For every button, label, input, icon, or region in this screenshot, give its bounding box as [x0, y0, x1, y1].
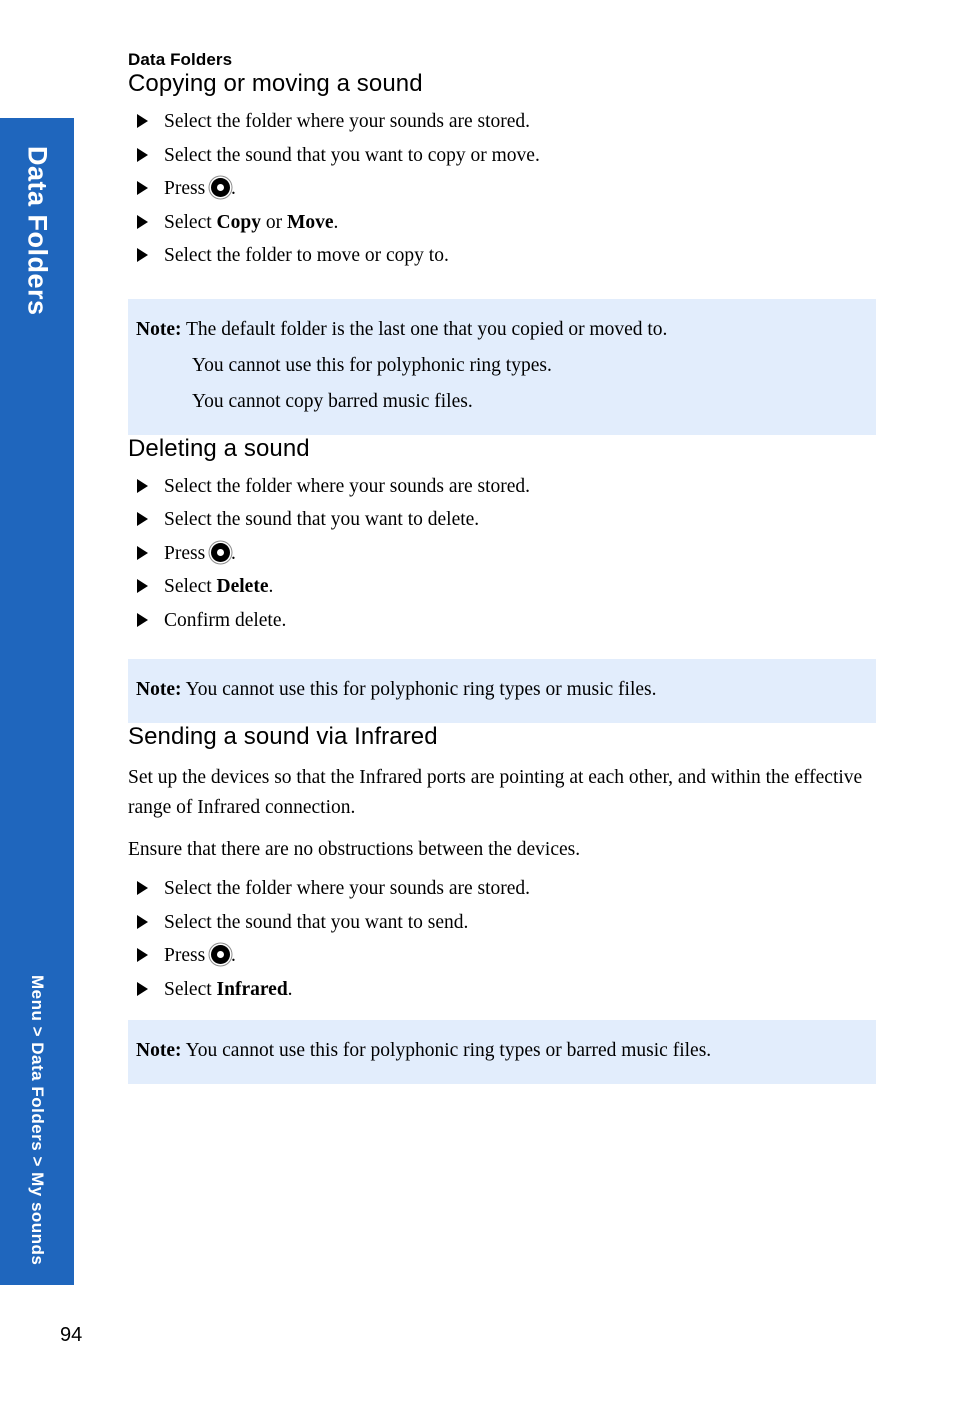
- step-text: Confirm delete.: [164, 609, 287, 631]
- step-text-suffix: .: [231, 542, 236, 564]
- step-list-deleting: Select the folder where your sounds are …: [128, 470, 876, 638]
- note-text: You cannot use this for polyphonic ring …: [185, 1040, 712, 1061]
- step-text: Select the folder to move or copy to.: [164, 245, 449, 266]
- step-text: Select: [164, 978, 217, 1000]
- triangle-right-bullet-icon: [137, 248, 148, 262]
- step-text-suffix: .: [268, 576, 274, 597]
- triangle-right-bullet-icon: [137, 948, 148, 962]
- note-label: Note:: [136, 1040, 182, 1061]
- note-label: Note:: [136, 679, 182, 700]
- triangle-right-bullet-icon: [137, 545, 148, 560]
- list-item: Press .: [128, 172, 876, 206]
- step-text: Press: [164, 178, 211, 199]
- side-tab-chapter-label: Data Folders: [22, 146, 53, 316]
- triangle-right-bullet-icon: [137, 478, 148, 493]
- step-text: Select the sound that you want to send.: [164, 911, 469, 933]
- note-box-sending: Note: You cannot use this for polyphonic…: [128, 1020, 876, 1084]
- note-box-deleting: Note: You cannot use this for polyphonic…: [128, 659, 876, 723]
- triangle-right-bullet-icon: [137, 914, 148, 929]
- note-label: Note:: [136, 318, 182, 340]
- running-head: Data Folders: [128, 50, 233, 69]
- chapter-side-tab: Data Folders Menu > Data Folders > My so…: [0, 118, 74, 1285]
- step-emphasis-infrared: Infrared: [216, 978, 288, 1000]
- note-box-copying: Note: The default folder is the last one…: [128, 298, 876, 435]
- section-heading-copying-or-moving-a-sound: Copying or moving a sound: [128, 70, 423, 97]
- step-list-copying: Select the folder where your sounds are …: [128, 105, 876, 273]
- note-text: You cannot use this for polyphonic ring …: [192, 354, 552, 376]
- step-text-suffix: .: [231, 178, 236, 199]
- list-item: Select Copy or Move.: [128, 206, 876, 240]
- list-item: Select the sound that you want to delete…: [128, 503, 876, 537]
- triangle-right-bullet-icon: [137, 181, 148, 195]
- step-text-suffix: .: [231, 945, 236, 966]
- step-list-sending: Select the folder where your sounds are …: [128, 872, 876, 1006]
- note-line: Note: You cannot use this for polyphonic…: [136, 1033, 868, 1069]
- body-paragraph: Set up the devices so that the Infrared …: [128, 767, 863, 818]
- step-text: Select the folder where your sounds are …: [164, 475, 531, 497]
- step-emphasis-copy: Copy: [216, 211, 261, 233]
- note-line: You cannot use this for polyphonic ring …: [136, 348, 868, 384]
- list-item: Select the folder to move or copy to.: [128, 239, 876, 273]
- section-heading-sending-a-sound-via-infrared: Sending a sound via Infrared: [128, 723, 438, 750]
- side-tab-breadcrumb: Menu > Data Folders > My sounds: [28, 974, 47, 1265]
- note-text: You cannot copy barred music files.: [192, 390, 473, 412]
- triangle-right-bullet-icon: [137, 147, 148, 162]
- triangle-right-bullet-icon: [137, 579, 148, 593]
- triangle-right-bullet-icon: [137, 612, 148, 627]
- center-select-key-icon: [211, 945, 231, 964]
- step-text: Select the sound that you want to delete…: [164, 509, 480, 530]
- list-item: Press .: [128, 537, 876, 571]
- triangle-right-bullet-icon: [137, 512, 148, 526]
- step-text: Press: [164, 945, 211, 966]
- triangle-right-bullet-icon: [137, 214, 148, 229]
- list-item: Select the sound that you want to send.: [128, 906, 876, 940]
- note-line: You cannot copy barred music files.: [136, 384, 868, 420]
- note-line: Note: You cannot use this for polyphonic…: [136, 672, 868, 708]
- note-text: You cannot use this for polyphonic ring …: [185, 679, 657, 700]
- step-text: Select the folder where your sounds are …: [164, 878, 531, 899]
- list-item: Select Delete.: [128, 570, 876, 604]
- list-item: Select the folder where your sounds are …: [128, 470, 876, 504]
- section-heading-deleting-a-sound: Deleting a sound: [128, 434, 310, 462]
- page-content: Data Folders Copying or moving a sound S…: [128, 0, 876, 1084]
- list-item: Confirm delete.: [128, 604, 876, 638]
- step-text: Select the folder where your sounds are …: [164, 111, 531, 132]
- step-text-suffix: .: [287, 978, 293, 1000]
- step-text: Select: [164, 211, 217, 233]
- step-text: Press: [164, 542, 211, 564]
- center-select-key-icon: [211, 178, 231, 197]
- page-number: 94: [60, 1324, 83, 1346]
- step-text-suffix: .: [333, 211, 339, 233]
- step-emphasis-move: Move: [286, 211, 334, 233]
- body-paragraph: Ensure that there are no obstructions be…: [128, 839, 581, 860]
- triangle-right-bullet-icon: [137, 881, 148, 895]
- list-item: Select the folder where your sounds are …: [128, 872, 876, 906]
- step-text-mid: or: [260, 211, 287, 233]
- step-emphasis-delete: Delete: [216, 576, 269, 597]
- note-text: The default folder is the last one that …: [186, 318, 668, 340]
- center-select-key-icon: [211, 542, 231, 562]
- list-item: Select Infrared.: [128, 973, 876, 1007]
- triangle-right-bullet-icon: [137, 981, 148, 996]
- list-item: Select the folder where your sounds are …: [128, 105, 876, 139]
- triangle-right-bullet-icon: [137, 114, 148, 128]
- note-line: Note: The default folder is the last one…: [136, 312, 868, 348]
- step-text: Select the sound that you want to copy o…: [164, 144, 540, 166]
- list-item: Select the sound that you want to copy o…: [128, 139, 876, 173]
- list-item: Press .: [128, 939, 876, 973]
- step-text: Select: [164, 576, 217, 597]
